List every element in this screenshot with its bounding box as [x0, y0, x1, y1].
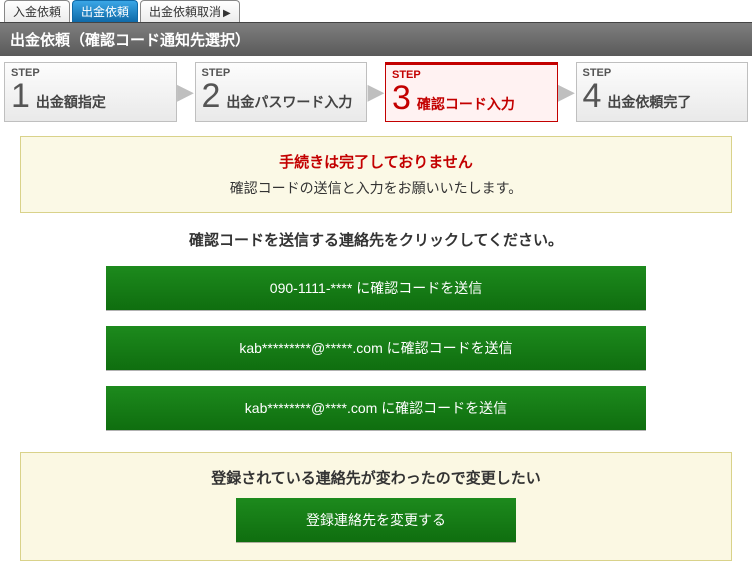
- step-1-text: 出金額指定: [36, 92, 106, 112]
- instruction-text: 確認コードを送信する連絡先をクリックしてください。: [0, 229, 752, 250]
- step-1-num: 1: [11, 79, 30, 113]
- step-3-num: 3: [392, 81, 411, 115]
- tab-withdraw-label: 出金依頼: [81, 5, 129, 19]
- notice-sub: 確認コードの送信と入力をお願いいたします。: [31, 178, 721, 198]
- page-title-text: 出金依頼（確認コード通知先選択）: [10, 32, 250, 49]
- tab-cancel-label: 出金依頼取消: [149, 5, 221, 19]
- change-contact-button[interactable]: 登録連絡先を変更する: [236, 498, 516, 542]
- send-code-email1-label: kab*********@*****.com に確認コードを送信: [239, 340, 512, 356]
- step-sep-icon: ▶: [367, 62, 385, 122]
- step-indicator: STEP 1 出金額指定 ▶ STEP 2 出金パスワード入力 ▶ STEP 3…: [0, 56, 752, 132]
- tab-deposit-label: 入金依頼: [13, 5, 61, 19]
- step-sep-icon: ▶: [177, 62, 195, 122]
- step-label: STEP: [583, 67, 742, 79]
- tab-withdraw[interactable]: 出金依頼: [72, 0, 138, 22]
- step-label: STEP: [11, 67, 170, 79]
- contact-button-list: 090-1111-**** に確認コードを送信 kab*********@***…: [0, 266, 752, 430]
- tab-bar: 入金依頼 出金依頼 出金依頼取消▶: [0, 0, 752, 22]
- tab-cancel[interactable]: 出金依頼取消▶: [140, 0, 240, 22]
- step-sep-icon: ▶: [558, 62, 576, 122]
- step-4-text: 出金依頼完了: [607, 92, 691, 112]
- send-code-email2-button[interactable]: kab********@****.com に確認コードを送信: [106, 386, 646, 430]
- tab-deposit[interactable]: 入金依頼: [4, 0, 70, 22]
- change-contact-button-label: 登録連絡先を変更する: [306, 512, 446, 528]
- change-contact-box: 登録されている連絡先が変わったので変更したい 登録連絡先を変更する: [20, 452, 732, 561]
- page-title: 出金依頼（確認コード通知先選択）: [0, 22, 752, 56]
- change-contact-head: 登録されている連絡先が変わったので変更したい: [31, 467, 721, 488]
- send-code-phone-label: 090-1111-**** に確認コードを送信: [270, 280, 482, 296]
- step-label: STEP: [392, 69, 551, 81]
- step-3-text: 確認コード入力: [417, 94, 515, 114]
- notice-box: 手続きは完了しておりません 確認コードの送信と入力をお願いいたします。: [20, 136, 732, 213]
- send-code-email2-label: kab********@****.com に確認コードを送信: [245, 400, 507, 416]
- step-3-current: STEP 3 確認コード入力: [385, 62, 558, 122]
- step-label: STEP: [202, 67, 361, 79]
- chevron-right-icon: ▶: [223, 8, 231, 19]
- send-code-email1-button[interactable]: kab*********@*****.com に確認コードを送信: [106, 326, 646, 370]
- step-2-num: 2: [202, 79, 221, 113]
- send-code-phone-button[interactable]: 090-1111-**** に確認コードを送信: [106, 266, 646, 310]
- step-2: STEP 2 出金パスワード入力: [195, 62, 368, 122]
- step-2-text: 出金パスワード入力: [226, 92, 352, 112]
- notice-head: 手続きは完了しておりません: [31, 151, 721, 172]
- step-4-num: 4: [583, 79, 602, 113]
- step-1: STEP 1 出金額指定: [4, 62, 177, 122]
- step-4: STEP 4 出金依頼完了: [576, 62, 749, 122]
